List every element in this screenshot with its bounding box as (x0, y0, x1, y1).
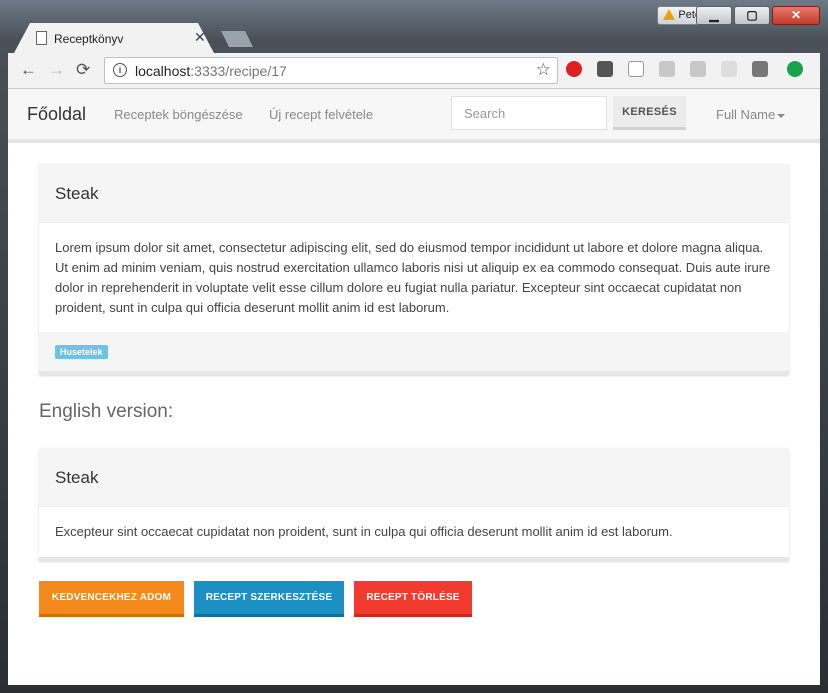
recipe-panel-footer: Husetelek (39, 332, 789, 371)
tab-close-icon[interactable]: ✕ (194, 29, 206, 46)
translate-icon[interactable] (628, 61, 644, 77)
hand-icon[interactable] (721, 61, 737, 77)
user-name: Full Name (716, 107, 776, 122)
r-icon[interactable] (752, 61, 768, 77)
category-tag[interactable]: Husetelek (55, 345, 108, 359)
recipe-panel: Steak Lorem ipsum dolor sit amet, consec… (39, 164, 789, 375)
brand-link[interactable]: Főoldal (27, 104, 86, 125)
address-bar[interactable]: i localhost:3333/recipe/17 ☆ (104, 57, 558, 84)
recipe-panel-header: Steak (39, 164, 789, 223)
close-icon: ✕ (790, 8, 802, 22)
english-recipe-title: Steak (55, 468, 99, 487)
close-window-button[interactable]: ✕ (772, 6, 820, 25)
caret-down-icon (777, 113, 786, 118)
warning-icon (663, 9, 676, 20)
english-recipe-description: Excepteur sint occaecat cupidatat non pr… (55, 524, 673, 539)
url-text: localhost:3333/recipe/17 (135, 63, 287, 79)
browser-toolbar: ← → ⟳ i localhost:3333/recipe/17 ☆ (8, 53, 820, 89)
minimize-icon: ▁ (709, 8, 719, 22)
upload-icon[interactable] (787, 61, 803, 77)
maximize-icon: ▢ (746, 8, 758, 22)
page-icon (36, 31, 47, 45)
recipe-title: Steak (55, 184, 99, 203)
browser-tab[interactable]: Receptkönyv ✕ (14, 23, 214, 53)
english-version-heading: English version: (39, 401, 174, 422)
search-button[interactable]: KERESÉS (613, 96, 686, 130)
english-recipe-panel: Steak Excepteur sint occaecat cupidatat … (39, 448, 789, 561)
forward-icon[interactable]: → (48, 60, 65, 80)
search-input[interactable] (451, 96, 607, 130)
nx-icon[interactable] (690, 61, 706, 77)
new-tab-button[interactable] (221, 31, 253, 47)
nav-new-recipe[interactable]: Új recept felvétele (269, 107, 373, 122)
back-icon[interactable]: ← (20, 60, 37, 80)
user-menu[interactable]: Full Name (716, 107, 786, 122)
minimize-button[interactable]: ▁ (696, 6, 732, 25)
star-icon[interactable]: ☆ (536, 60, 551, 80)
delete-recipe-button[interactable]: RECEPT TÖRLÉSE (354, 581, 472, 617)
info-icon[interactable]: i (113, 63, 127, 77)
gmail-icon[interactable] (659, 61, 675, 77)
navbar: Főoldal Receptek böngészése Új recept fe… (8, 89, 820, 143)
page-content: Főoldal Receptek böngészése Új recept fe… (8, 89, 820, 685)
maximize-button[interactable]: ▢ (734, 6, 770, 25)
window-controls: ▁ ▢ ✕ (696, 6, 820, 25)
edit-recipe-button[interactable]: RECEPT SZERKESZTÉSE (194, 581, 344, 617)
url-host: localhost (135, 63, 191, 79)
add-to-favorites-button[interactable]: KEDVENCEKHEZ ADOM (39, 581, 184, 617)
recipe-description: Lorem ipsum dolor sit amet, consectetur … (55, 240, 771, 315)
nav-browse-recipes[interactable]: Receptek böngészése (114, 107, 243, 122)
url-path: :3333/recipe/17 (190, 63, 287, 79)
pocket-icon[interactable] (597, 61, 613, 77)
opera-icon[interactable] (566, 61, 582, 77)
reload-icon[interactable]: ⟳ (76, 60, 90, 80)
english-panel-header: Steak (39, 448, 789, 507)
tab-title: Receptkönyv (54, 32, 124, 46)
